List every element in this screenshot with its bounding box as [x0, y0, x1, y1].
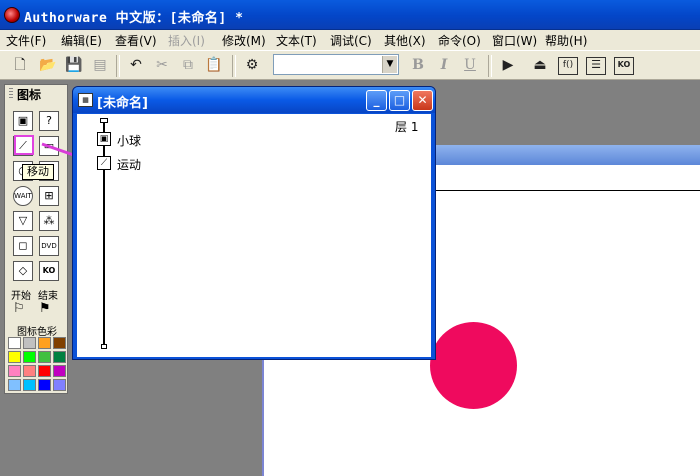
start-flag-label: 开始 — [11, 291, 31, 302]
copy-icon[interactable]: ⧉ — [178, 55, 198, 75]
window-icon: ▦ — [78, 93, 93, 107]
icon-colors-label: 图标色彩 — [17, 327, 57, 338]
color-swatch-grid — [8, 337, 68, 393]
color-swatch[interactable] — [23, 365, 36, 377]
close-button[interactable]: ✕ — [412, 90, 433, 111]
italic-button[interactable]: I — [434, 55, 454, 75]
level-indicator: 层 1 — [395, 120, 419, 134]
import-icon[interactable]: ▤ — [90, 55, 110, 75]
color-swatch[interactable] — [38, 351, 51, 363]
color-swatch[interactable] — [53, 365, 66, 377]
color-swatch[interactable] — [38, 365, 51, 377]
palette-header[interactable]: 图标 — [5, 85, 67, 103]
color-swatch[interactable] — [8, 379, 21, 391]
decision-icon[interactable]: ? — [39, 111, 59, 131]
minimize-button[interactable]: _ — [366, 90, 387, 111]
start-flag-icon[interactable]: ⚐ — [13, 301, 25, 316]
interaction-icon[interactable]: ▽ — [13, 211, 33, 231]
open-icon[interactable]: 📂 — [38, 55, 58, 75]
color-swatch[interactable] — [38, 379, 51, 391]
color-swatch[interactable] — [53, 351, 66, 363]
control-panel-icon[interactable]: ⏏ — [530, 55, 550, 75]
flowline-end-marker — [101, 344, 107, 349]
display-icon[interactable]: ▣ — [97, 132, 111, 146]
display-icon[interactable]: ▣ — [13, 111, 33, 131]
save-all-icon[interactable]: 💾 — [64, 55, 84, 75]
toolbar: 🗋 📂 💾 ▤ ↶ ✂ ⧉ 📋 ⚙ ▼ B I U ▶ ⏏ f() ☰ KO — [0, 50, 700, 80]
knowledge-objects-icon[interactable]: KO — [614, 57, 634, 75]
color-swatch[interactable] — [23, 337, 36, 349]
flowline-start-marker — [100, 118, 108, 123]
color-swatch[interactable] — [53, 337, 66, 349]
underline-button[interactable]: U — [460, 55, 480, 75]
color-swatch[interactable] — [8, 365, 21, 377]
find-icon[interactable]: ⚙ — [242, 55, 262, 75]
wait-icon[interactable]: WAIT — [13, 186, 33, 206]
flow-item-motion[interactable]: 运动 — [117, 156, 141, 173]
end-flag-label: 结束 — [38, 291, 58, 302]
flow-item-ball[interactable]: 小球 — [117, 132, 141, 149]
cut-icon[interactable]: ✂ — [152, 55, 172, 75]
paste-icon[interactable]: 📋 — [204, 55, 224, 75]
authorware-app-icon[interactable] — [4, 7, 20, 23]
map-icon[interactable]: ◻ — [13, 236, 33, 256]
chevron-down-icon[interactable]: ▼ — [382, 56, 397, 73]
flowline-canvas[interactable]: ▣ 小球 ⟋ 运动 层 1 — [77, 114, 431, 357]
grip-handle-icon[interactable] — [9, 88, 13, 100]
menu-text[interactable]: 文本(T) — [276, 32, 317, 49]
new-icon[interactable]: 🗋 — [10, 55, 30, 75]
toolbar-divider — [116, 55, 120, 77]
maximize-button[interactable]: □ — [389, 90, 410, 111]
menu-debug[interactable]: 调试(C) — [330, 32, 372, 49]
motion-icon[interactable]: ⟋ — [97, 156, 111, 170]
font-combo[interactable]: ▼ — [273, 54, 399, 75]
selected-motion-icon-highlight — [14, 135, 34, 155]
flowline-window-titlebar[interactable]: ▦ [未命名] _ □ ✕ — [73, 87, 435, 113]
dvd-icon[interactable]: DVD — [39, 236, 59, 256]
menu-help[interactable]: 帮助(H) — [545, 32, 587, 49]
ball-graphic[interactable] — [430, 322, 517, 409]
color-swatch[interactable] — [38, 337, 51, 349]
color-swatch[interactable] — [23, 379, 36, 391]
app-title-bar[interactable]: Authorware 中文版：[未命名] * — [0, 0, 700, 30]
calculation-icon[interactable]: ⁂ — [39, 211, 59, 231]
color-swatch[interactable] — [8, 351, 21, 363]
color-swatch[interactable] — [53, 379, 66, 391]
menu-window[interactable]: 窗口(W) — [492, 32, 537, 49]
icon-palette: 图标 ▣ ? ⟋ ▭ ◷ ⇢ WAIT ⊞ ▽ ⁂ ◻ DVD ◇ KO 开始 … — [4, 84, 68, 394]
toolbar-divider — [488, 55, 492, 77]
menu-edit[interactable]: 编辑(E) — [61, 32, 102, 49]
menu-modify[interactable]: 修改(M) — [222, 32, 266, 49]
palette-title: 图标 — [17, 88, 42, 102]
menu-bar: 文件(F) 编辑(E) 查看(V) 插入(I) 修改(M) 文本(T) 调试(C… — [0, 30, 700, 50]
functions-icon[interactable]: f() — [558, 57, 578, 75]
undo-icon[interactable]: ↶ — [126, 55, 146, 75]
bold-button[interactable]: B — [408, 55, 428, 75]
menu-extras[interactable]: 其他(X) — [384, 32, 426, 49]
toolbar-divider — [232, 55, 236, 77]
menu-view[interactable]: 查看(V) — [115, 32, 157, 49]
menu-insert[interactable]: 插入(I) — [168, 32, 205, 49]
flowline-window[interactable]: ▦ [未命名] _ □ ✕ ▣ 小球 ⟋ 运动 层 1 — [72, 86, 436, 360]
framework-icon[interactable]: ⊞ — [39, 186, 59, 206]
variables-icon[interactable]: ☰ — [586, 57, 606, 75]
color-swatch[interactable] — [8, 337, 21, 349]
sound-icon[interactable]: ◇ — [13, 261, 33, 281]
app-title: Authorware 中文版：[未命名] * — [24, 11, 244, 26]
flowline-window-title: [未命名] — [97, 96, 148, 111]
color-swatch[interactable] — [23, 351, 36, 363]
end-flag-icon[interactable]: ⚑ — [39, 301, 51, 316]
run-icon[interactable]: ▶ — [498, 55, 518, 75]
menu-commands[interactable]: 命令(O) — [438, 32, 481, 49]
menu-file[interactable]: 文件(F) — [6, 32, 46, 49]
knowledge-object-icon[interactable]: KO — [39, 261, 59, 281]
